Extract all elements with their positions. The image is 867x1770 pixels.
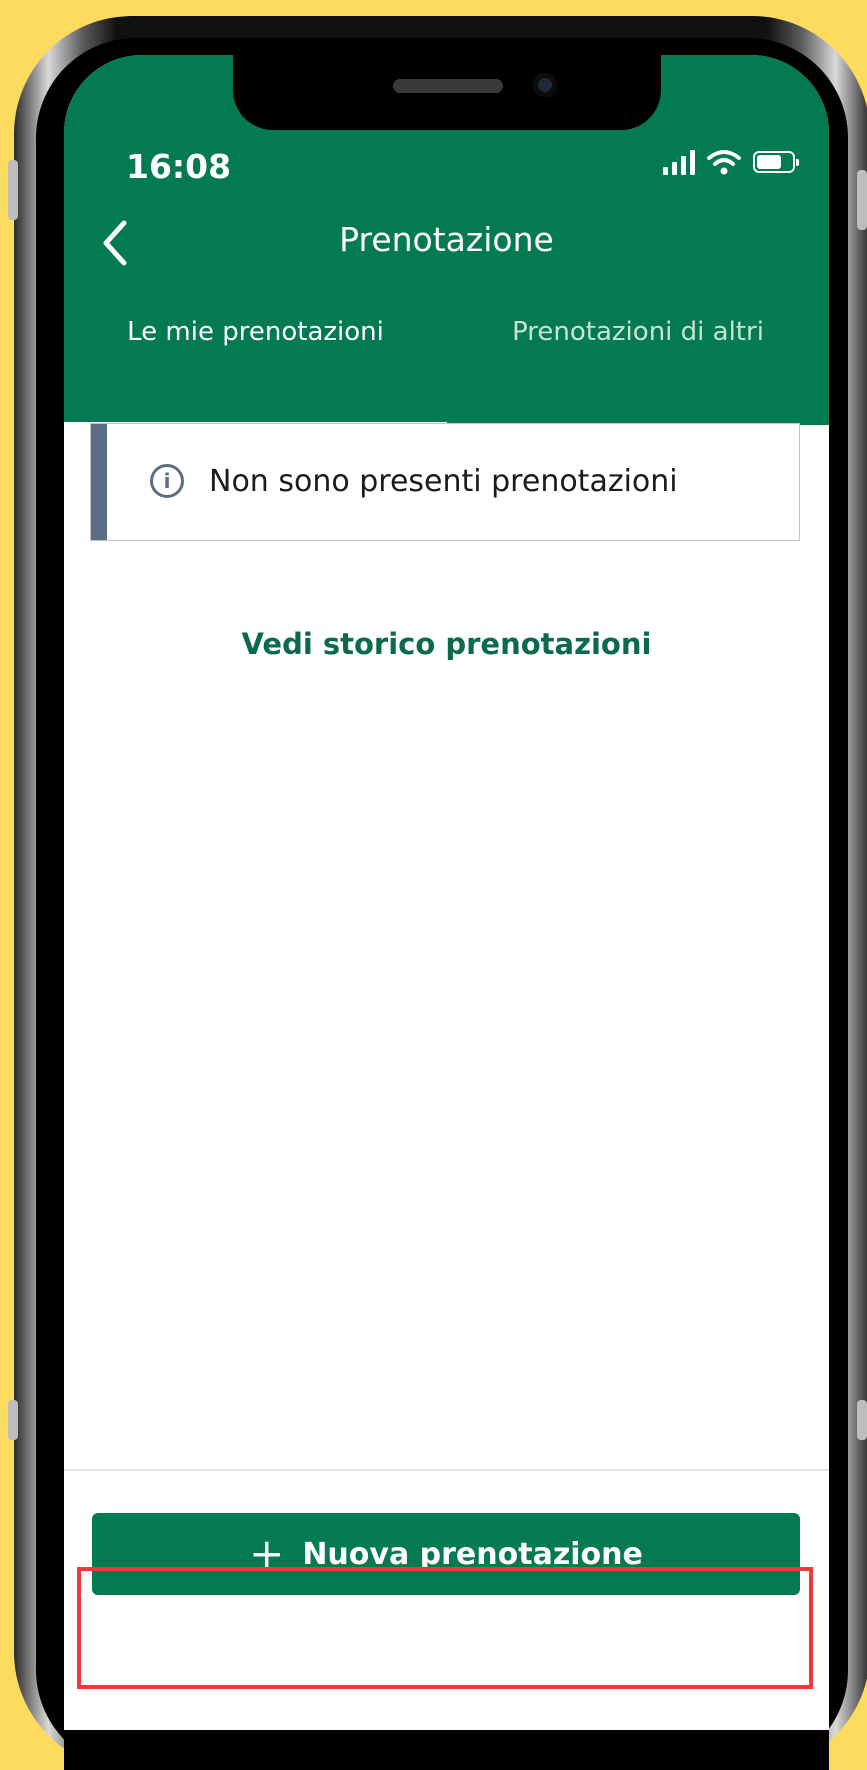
notice-message: Non sono presenti prenotazioni bbox=[209, 464, 678, 499]
footer-divider bbox=[64, 1469, 829, 1471]
app-screen: 16:08 Prenotazione Le mie prenotazioni P… bbox=[64, 55, 829, 1770]
info-icon: i bbox=[150, 464, 184, 498]
side-button-right-lower bbox=[857, 1400, 867, 1440]
status-icons bbox=[663, 149, 799, 175]
camera-icon bbox=[533, 73, 557, 97]
booking-history-link[interactable]: Vedi storico prenotazioni bbox=[64, 627, 829, 661]
highlight-box bbox=[77, 1567, 813, 1689]
speaker bbox=[393, 79, 503, 93]
empty-state-notice: i Non sono presenti prenotazioni bbox=[90, 423, 800, 541]
notch bbox=[233, 55, 661, 130]
side-button-left bbox=[8, 160, 18, 220]
bottom-bezel bbox=[64, 1730, 829, 1770]
notice-accent-bar bbox=[91, 424, 107, 540]
page-title: Prenotazione bbox=[339, 220, 554, 259]
wifi-icon bbox=[707, 150, 741, 175]
status-time: 16:08 bbox=[126, 147, 232, 186]
tab-my-bookings[interactable]: Le mie prenotazioni bbox=[64, 317, 447, 347]
side-button-right bbox=[857, 170, 867, 230]
app-header: 16:08 Prenotazione Le mie prenotazioni P… bbox=[64, 55, 829, 426]
battery-icon bbox=[753, 151, 799, 173]
signal-icon bbox=[663, 149, 695, 175]
side-button-left-lower bbox=[8, 1400, 18, 1440]
tab-others-bookings[interactable]: Prenotazioni di altri bbox=[447, 317, 829, 347]
